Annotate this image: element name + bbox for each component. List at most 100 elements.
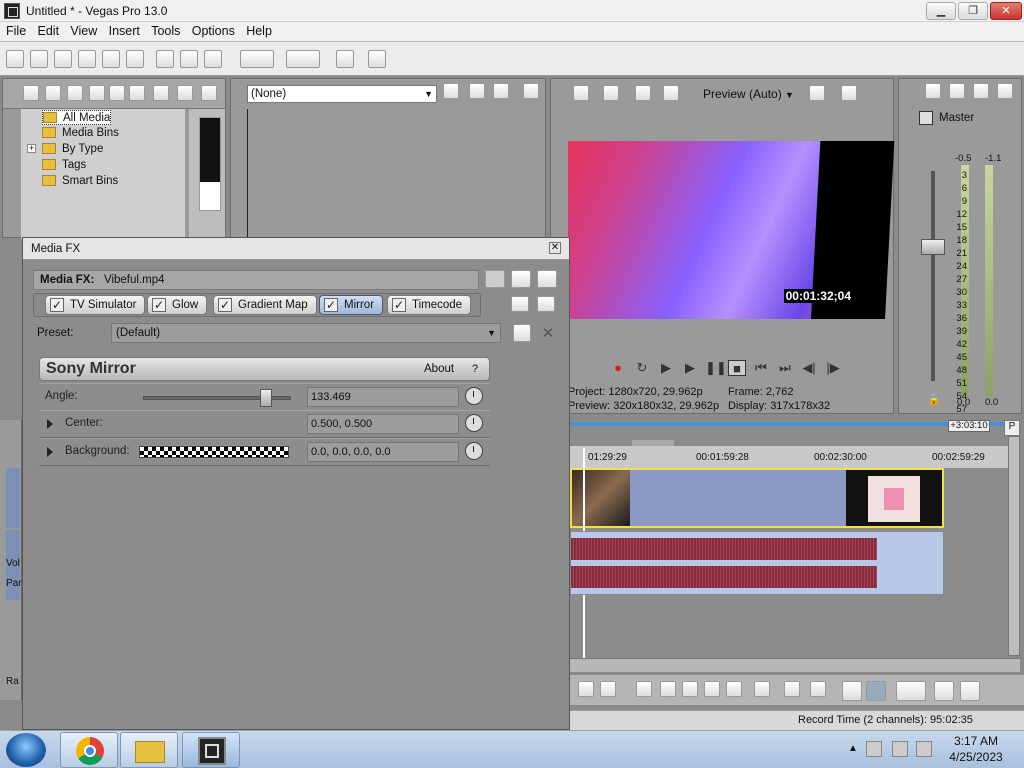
mixer-properties-icon[interactable] xyxy=(997,83,1013,99)
vertical-scrollbar[interactable] xyxy=(1008,436,1020,656)
video-event[interactable] xyxy=(570,468,944,528)
cut-icon[interactable] xyxy=(156,50,174,68)
grid-view-icon[interactable] xyxy=(537,270,557,288)
auto-ripple-icon[interactable] xyxy=(842,681,862,701)
whats-this-help-icon[interactable] xyxy=(368,50,386,68)
ripple-mode-icon[interactable] xyxy=(896,681,926,701)
event-envelope-icon[interactable] xyxy=(866,681,886,701)
capture-icon[interactable] xyxy=(45,85,61,101)
lock-envelopes-icon[interactable] xyxy=(934,681,954,701)
save-as-icon[interactable] xyxy=(78,50,96,68)
angle-value[interactable]: 133.469 xyxy=(307,387,459,407)
tray-arrow-icon[interactable]: ▲ xyxy=(848,743,858,754)
volume-icon[interactable] xyxy=(916,741,932,757)
minimize-button[interactable]: ▁ xyxy=(926,2,956,20)
close-button[interactable]: ✕ xyxy=(990,2,1022,20)
redo-icon[interactable] xyxy=(286,50,320,68)
video-track-header[interactable] xyxy=(6,468,20,528)
maximize-button[interactable]: ❐ xyxy=(958,2,988,20)
add-fx-icon[interactable] xyxy=(511,296,529,312)
fx-chip-gradient-map[interactable]: ✓ Gradient Map xyxy=(213,295,317,315)
insert-marker-icon[interactable] xyxy=(784,681,800,697)
get-media-icon[interactable] xyxy=(67,85,83,101)
ignore-grouping-icon[interactable] xyxy=(960,681,980,701)
record-icon[interactable]: ● xyxy=(609,360,627,376)
save-preset-icon[interactable] xyxy=(513,324,531,342)
split-screen-icon[interactable] xyxy=(663,85,679,101)
background-color-swatch[interactable] xyxy=(139,446,289,458)
go-to-start-icon[interactable]: ⏮ xyxy=(752,360,770,376)
keyframe-clock-icon[interactable] xyxy=(465,442,483,460)
go-to-end-icon[interactable]: ⏭ xyxy=(776,360,794,376)
delete-preset-icon[interactable]: ✕ xyxy=(539,324,557,342)
network-icon[interactable] xyxy=(892,741,908,757)
monitor-icon[interactable] xyxy=(523,83,539,99)
master-fader-handle[interactable] xyxy=(921,239,945,255)
center-value[interactable]: 0.500, 0.500 xyxy=(307,414,459,434)
render-icon[interactable] xyxy=(102,50,120,68)
project-video-props-icon[interactable] xyxy=(573,85,589,101)
menu-insert[interactable]: Insert xyxy=(105,22,144,38)
clock-date[interactable]: 4/25/2023 xyxy=(944,750,1008,764)
media-properties-icon[interactable] xyxy=(177,85,193,101)
menu-tools[interactable]: Tools xyxy=(147,22,184,38)
angle-slider-handle[interactable] xyxy=(259,389,272,407)
checkbox-icon[interactable]: ✓ xyxy=(218,298,232,312)
tree-by-type[interactable]: + By Type xyxy=(27,142,103,157)
delete-icon[interactable] xyxy=(636,681,652,697)
expand-arrow-icon[interactable] xyxy=(47,447,53,457)
expand-icon[interactable]: + xyxy=(27,144,36,153)
transition-props-icon[interactable] xyxy=(443,83,459,99)
lock-event-icon[interactable] xyxy=(754,681,770,697)
tree-tags[interactable]: Tags xyxy=(42,158,86,173)
chain-view-icon[interactable] xyxy=(485,270,505,288)
keyframe-clock-icon[interactable] xyxy=(465,387,483,405)
marker-icon[interactable]: P xyxy=(1004,420,1020,436)
tree-all-media[interactable]: All Media xyxy=(42,110,112,125)
clock-time[interactable]: 3:17 AM xyxy=(948,734,1004,748)
get-web-icon[interactable] xyxy=(89,85,105,101)
menu-help[interactable]: Help xyxy=(242,22,276,38)
copy-icon[interactable] xyxy=(180,50,198,68)
loop-icon[interactable]: ↻ xyxy=(633,360,651,376)
pause-icon[interactable]: ❚❚ xyxy=(705,360,727,376)
external-monitor-icon[interactable] xyxy=(603,85,619,101)
tree-smart-bins[interactable]: Smart Bins xyxy=(42,174,118,189)
import-media-icon[interactable] xyxy=(23,85,39,101)
list-view-icon[interactable] xyxy=(511,270,531,288)
checkbox-icon[interactable]: ✓ xyxy=(392,298,406,312)
taskbar-vegas[interactable] xyxy=(182,732,240,768)
close-icon[interactable]: ✕ xyxy=(549,242,561,254)
keyframe-clock-icon[interactable] xyxy=(465,414,483,432)
master-toggle[interactable] xyxy=(919,111,933,125)
overlays-icon[interactable] xyxy=(809,85,825,101)
stop-icon[interactable]: ■ xyxy=(728,360,746,376)
mixer-toolbar-icon[interactable] xyxy=(925,83,941,99)
preset-dropdown[interactable]: (Default) ▼ xyxy=(111,323,501,343)
next-frame-icon[interactable]: |▶ xyxy=(824,360,842,376)
paste-icon[interactable] xyxy=(204,50,222,68)
tree-media-bins[interactable]: Media Bins xyxy=(42,126,119,141)
preview-quality-dropdown[interactable]: Preview (Auto) ▼ xyxy=(703,87,794,101)
menu-file[interactable]: File xyxy=(0,22,30,38)
start-button[interactable] xyxy=(6,733,46,767)
menu-edit[interactable]: Edit xyxy=(34,22,64,38)
menu-view[interactable]: View xyxy=(66,22,101,38)
downmix-icon[interactable] xyxy=(949,83,965,99)
save-icon[interactable] xyxy=(54,50,72,68)
checkbox-icon[interactable]: ✓ xyxy=(50,298,64,312)
video-fx-icon[interactable] xyxy=(635,85,651,101)
audio-event[interactable] xyxy=(570,531,944,595)
transitions-dropdown[interactable]: (None) ▼ xyxy=(247,85,437,103)
enable-snapping-icon[interactable] xyxy=(336,50,354,68)
remove-icon[interactable] xyxy=(153,85,169,101)
trim-icon[interactable] xyxy=(660,681,676,697)
about-button[interactable]: About xyxy=(424,363,454,375)
new-icon[interactable] xyxy=(6,50,24,68)
selection-icon[interactable] xyxy=(578,681,594,697)
trim-end-icon[interactable] xyxy=(704,681,720,697)
fx-chip-mirror[interactable]: ✓ Mirror xyxy=(319,295,384,315)
checkbox-icon[interactable]: ✓ xyxy=(152,298,166,312)
trim-start-icon[interactable] xyxy=(682,681,698,697)
action-center-icon[interactable] xyxy=(866,741,882,757)
